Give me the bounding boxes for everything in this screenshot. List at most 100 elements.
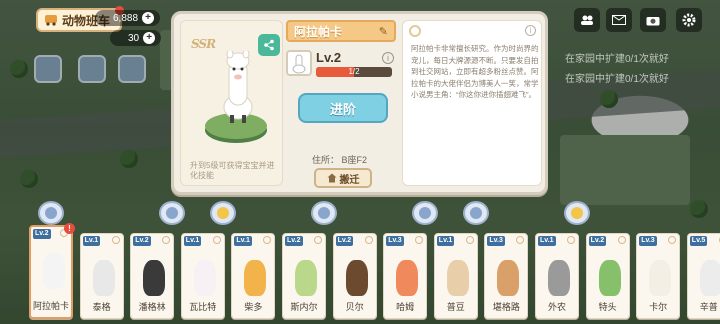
rank-icon — [668, 236, 677, 244]
card-level: Lv.3 — [386, 236, 404, 246]
card-name: 泰格 — [92, 302, 111, 312]
card-level: Lv.1 — [436, 236, 455, 246]
coin-value: 6,888 — [113, 12, 139, 24]
animal-card-strip[interactable]: Lv.2 阿拉帕卡! Lv.1 泰格 Lv.2 潘格林 Lv.1 瓦比特 Lv.1 柴多 Lv.2 斯… — [0, 201, 720, 324]
card-level: Lv.1 — [538, 236, 556, 246]
task-notice: 在家园中扩建0/1次就好 — [565, 54, 669, 65]
info-icon[interactable]: i — [382, 52, 394, 64]
floor-marker-icon[interactable] — [159, 201, 186, 225]
animal-card[interactable]: Lv.1 柴多 — [231, 233, 276, 319]
share-icon — [264, 39, 274, 51]
mail-icon[interactable] — [606, 8, 632, 32]
friends-icon[interactable] — [574, 8, 600, 32]
animal-thumbnail — [345, 260, 368, 296]
side-menu-button[interactable] — [78, 55, 106, 83]
animal-card[interactable]: Lv.3 堪格路 — [484, 233, 529, 319]
rank-icon — [162, 236, 171, 244]
animal-info-panel: 阿拉帕卡 ✎ Lv.2 i 1/2 进阶 住所： B座F2 搬迁 — [286, 20, 396, 188]
rank-icon — [111, 236, 120, 244]
floor-marker-icon[interactable] — [311, 201, 337, 225]
card-name: 瓦比特 — [189, 302, 217, 312]
marker-dot — [166, 207, 179, 219]
marker-dot — [469, 207, 482, 219]
gem-value: 30 — [128, 32, 140, 44]
card-level: Lv.1 — [82, 236, 101, 246]
unlock-hint: 升到5级可获得宝宝并进化技能 — [190, 161, 275, 180]
marker-dot — [45, 207, 57, 219]
card-name: 外农 — [547, 302, 566, 312]
marker-dot — [571, 207, 583, 219]
animal-name-field[interactable]: 阿拉帕卡 ✎ — [286, 20, 396, 42]
floor-marker-icon[interactable] — [462, 201, 489, 225]
animal-card[interactable]: Lv.1 外农 — [535, 233, 579, 319]
rank-icon — [364, 236, 373, 244]
animal-thumbnail — [92, 260, 115, 296]
description-panel: i 阿拉帕卡非常擅长研究。作为时尚界的宠儿，每日大牌源源不断。只要发自拍到社交网… — [402, 20, 542, 186]
animal-card[interactable]: Lv.2 阿拉帕卡! — [29, 223, 75, 319]
card-level: Lv.2 — [285, 236, 303, 246]
card-level: Lv.2 — [33, 229, 51, 239]
animal-thumbnail — [193, 260, 216, 296]
alpaca-figure — [223, 51, 253, 123]
relocate-button[interactable]: 搬迁 — [314, 168, 372, 188]
floor-marker-icon[interactable] — [412, 201, 439, 225]
floor-marker-icon[interactable] — [209, 201, 236, 225]
animal-card[interactable]: Lv.1 泰格 — [79, 233, 124, 319]
edit-pencil-icon[interactable]: ✎ — [379, 25, 388, 38]
level-progress-bar: 1/2 — [316, 67, 392, 77]
rank-icon — [415, 236, 424, 244]
card-name: 阿拉帕卡 — [32, 301, 69, 311]
marker-dot — [216, 207, 229, 219]
card-name: 特头 — [598, 302, 617, 312]
bus-icon — [45, 15, 57, 26]
animal-thumbnail — [446, 260, 469, 296]
animal-preview-panel: SSR 升到5级可获得宝宝并进化技能 — [180, 20, 283, 186]
coin-counter[interactable]: 6,888 + — [95, 10, 161, 26]
animal-thumbnail — [43, 253, 65, 289]
animal-card[interactable]: Lv.3 哈姆 — [383, 233, 428, 319]
animal-card[interactable]: Lv.1 瓦比特 — [180, 233, 225, 319]
animal-card[interactable]: Lv.2 特头 — [585, 233, 630, 319]
card-name: 堪格路 — [492, 302, 520, 312]
help-icon[interactable]: i — [525, 25, 536, 36]
card-level: Lv.2 — [133, 236, 151, 246]
animal-thumbnail — [649, 260, 672, 296]
advance-button[interactable]: 进阶 — [298, 93, 388, 123]
floor-marker-icon[interactable] — [564, 201, 590, 225]
share-button[interactable] — [258, 34, 280, 56]
animal-detail-popup: SSR 升到5级可获得宝宝并进化技能 阿拉帕卡 ✎ Lv.2 i 1/2 进阶 … — [171, 11, 548, 195]
animal-card[interactable]: Lv.2 贝尔 — [332, 233, 377, 319]
house-icon — [327, 173, 336, 183]
add-gem-icon[interactable]: + — [143, 32, 156, 44]
rank-icon — [516, 236, 525, 244]
card-name: 普豆 — [446, 302, 465, 312]
gear-icon[interactable] — [676, 8, 702, 32]
card-level: Lv.1 — [234, 236, 252, 246]
card-name: 辛普 — [699, 302, 718, 312]
side-menu-button[interactable] — [118, 55, 146, 83]
marker-dot — [318, 207, 330, 219]
card-level: Lv.1 — [183, 236, 202, 246]
rank-icon — [617, 236, 626, 244]
residence-address: 住所： B座F2 — [312, 155, 368, 165]
animal-thumbnail — [396, 260, 419, 296]
side-menu-button[interactable] — [34, 55, 62, 83]
animal-card[interactable]: Lv.2 斯内尔 — [282, 233, 326, 319]
rank-icon — [567, 236, 575, 244]
animal-card[interactable]: Lv.3 卡尔 — [636, 233, 681, 319]
animal-card[interactable]: Lv.2 潘格林 — [130, 233, 175, 319]
medal-icon — [409, 25, 421, 37]
animal-card[interactable]: Lv.5 辛普 — [686, 233, 720, 319]
floor-marker-icon[interactable] — [38, 201, 64, 225]
rarity-label: SSR — [191, 37, 216, 51]
marker-dot — [419, 207, 432, 219]
gem-counter[interactable]: 30 + — [110, 30, 162, 46]
camera-icon[interactable] — [640, 8, 666, 32]
animal-card[interactable]: Lv.1 普豆 — [433, 233, 478, 319]
add-coin-icon[interactable]: + — [142, 12, 155, 24]
task-notice: 在家园中扩建0/1次就好 — [565, 74, 669, 85]
card-level: Lv.3 — [639, 236, 657, 246]
animal-thumbnail — [143, 260, 166, 296]
card-name: 柴多 — [244, 302, 263, 312]
animal-thumbnail — [548, 260, 570, 296]
